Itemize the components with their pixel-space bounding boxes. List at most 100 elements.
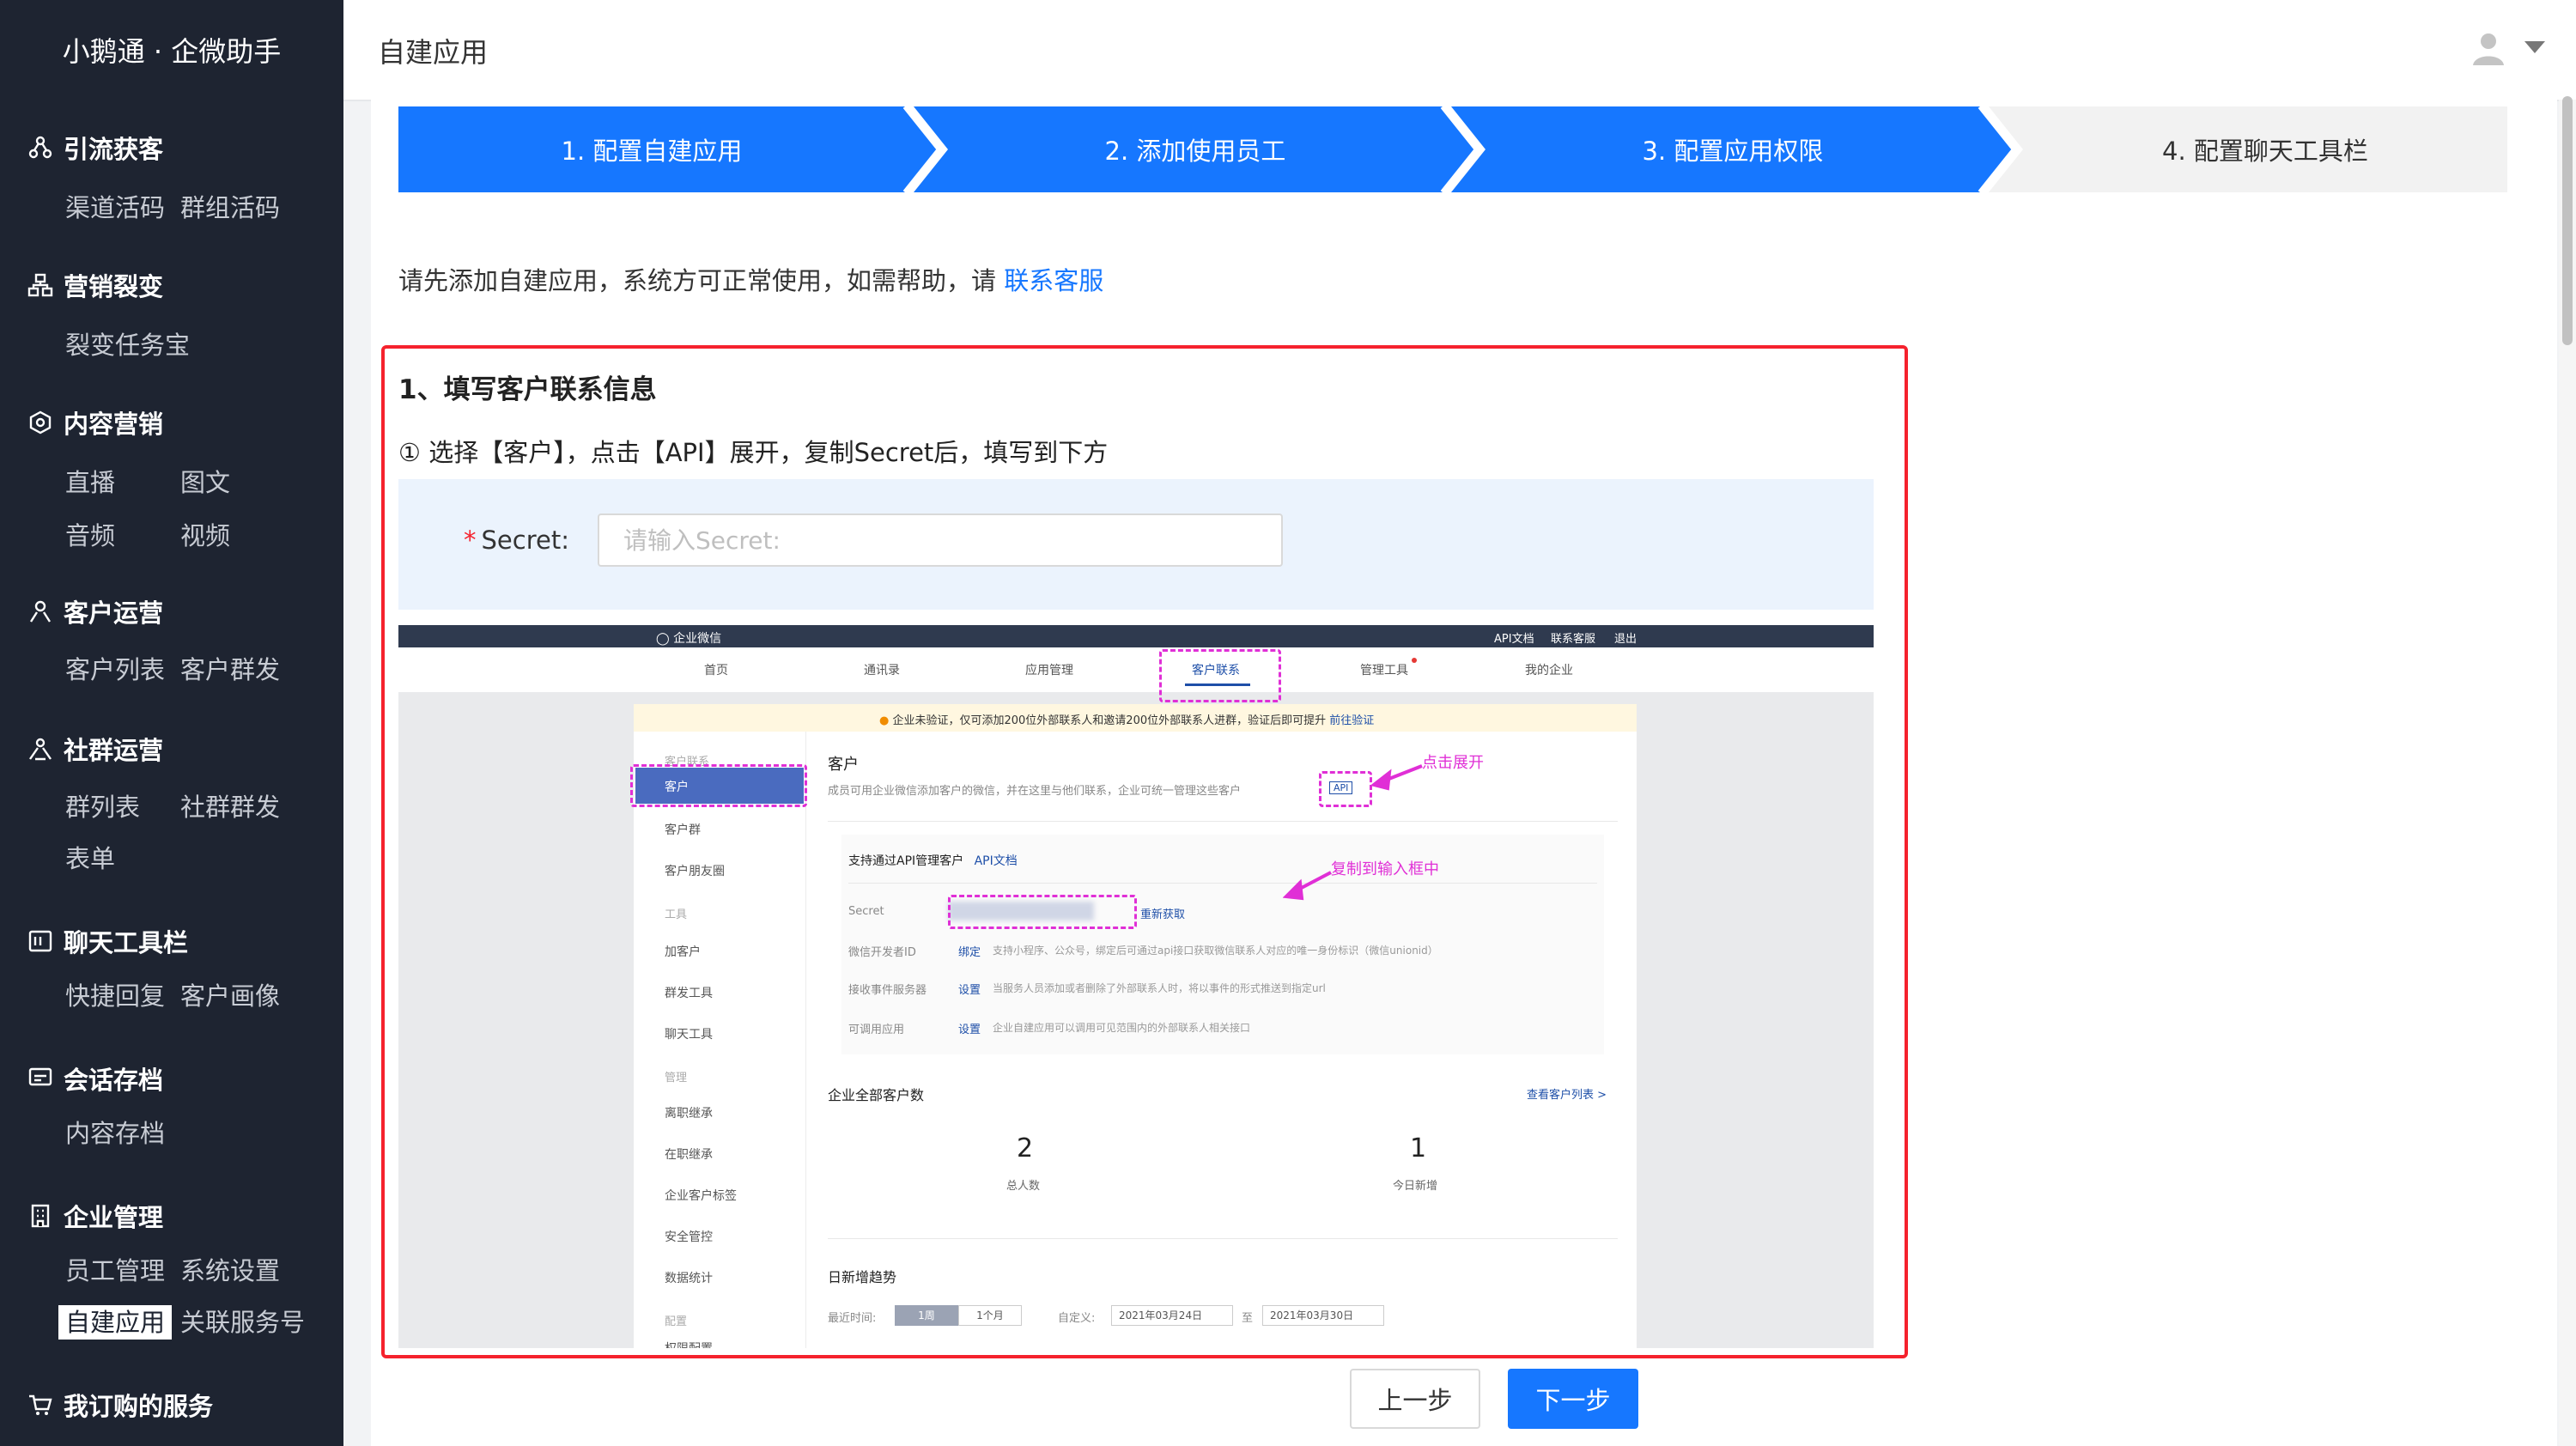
sidebar-item-4-2[interactable]: 表单 [65,841,115,876]
shot-row-apps-desc: 企业自建应用可以调用可见范围内的外部联系人相关接口 [993,1022,1251,1034]
page-title: 自建应用 [378,36,489,69]
panel-instruction: ① 选择【客户】，点击【API】展开，复制Secret后，填写到下方 [398,438,1109,467]
building-icon [31,1204,50,1228]
nav-group-4[interactable]: 社群运营 [27,732,163,766]
annotation-expand: 点击展开 [1422,754,1484,772]
shot-menu-3: 客户朋友圈 [665,865,725,878]
sidebar-item-2-0[interactable]: 直播 [65,465,115,500]
nav-group-2[interactable]: 内容营销 [27,405,163,440]
shot-date-sep: 至 [1242,1312,1254,1325]
annotation-arrow-icon [1370,764,1423,791]
shot-stat-total: 2 [1017,1133,1034,1163]
shot-trend-title: 日新增趋势 [828,1269,897,1285]
shot-menu-4: 工具 [665,908,688,921]
header: 自建应用 [343,0,2576,101]
next-step-button[interactable]: 下一步 [1508,1369,1638,1429]
sidebar-item-5-1[interactable]: 客户画像 [180,979,280,1013]
secret-label: * Secret: [464,526,569,555]
sidebar-item-0-0[interactable]: 渠道活码 [65,191,165,225]
hierarchy-icon [27,273,53,297]
shot-highlight-nav [1159,649,1281,702]
step-3[interactable]: 3. 配置应用权限 [1485,106,1980,192]
shot-row-apps: 可调用应用 [848,1024,905,1036]
nav-group-7[interactable]: 企业管理 [27,1199,163,1233]
shot-menu-5: 加客户 [665,945,701,959]
annotation-copy: 复制到输入框中 [1331,860,1439,878]
nav-group-5[interactable]: 聊天工具栏 [27,924,188,958]
sidebar-item-4-1[interactable]: 社群群发 [180,790,280,824]
shot-row-devid-action: 绑定 [958,946,981,959]
shot-nav [398,647,1874,692]
user-icon [29,600,52,623]
shot-menu-8: 管理 [665,1072,688,1084]
sidebar-item-7-2[interactable]: 自建应用 [58,1305,173,1340]
shot-highlight-secret [948,895,1137,929]
sidebar-item-7-3[interactable]: 关联服务号 [180,1305,305,1340]
scrollbar-thumb[interactable] [2562,96,2573,345]
sidebar-item-5-0[interactable]: 快捷回复 [65,979,165,1013]
shot-menu-15: 权限配置 [665,1340,713,1348]
step-2[interactable]: 2. 添加使用员工 [948,106,1443,192]
shot-highlight-api [1319,771,1372,807]
shot-nav-contacts: 通讯录 [864,664,900,677]
panel-title: 1、填写客户联系信息 [398,374,657,405]
shot-trend-label: 最近时间: [828,1312,877,1325]
sidebar-item-2-3[interactable]: 视频 [180,519,230,553]
shot-link-api: API文档 [1494,633,1534,646]
shot-row-apps-action: 设置 [958,1024,981,1036]
sidebar: 小鹅通 · 企微助手 引流获客渠道活码 群组活码营销裂变裂变任务宝内容营销直播 图文… [0,0,343,1446]
sidebar-item-3-0[interactable]: 客户列表 [65,653,165,687]
brand-title: 小鹅通 · 企微助手 [62,35,282,68]
nav-group-8[interactable]: 我订购的服务 [27,1388,213,1422]
sidebar-item-2-1[interactable]: 图文 [180,465,230,500]
shot-nav-home: 首页 [704,664,728,677]
shot-highlight-menu [630,764,807,807]
shot-stat-new: 1 [1410,1133,1427,1163]
sidebar-item-3-1[interactable]: 客户群发 [180,653,280,687]
shot-row-secret: Secret [848,905,884,918]
shot-trend-week: 1周 [895,1305,958,1326]
shot-stats-link: 查看客户列表 > [1527,1089,1607,1102]
sidebar-item-4-0[interactable]: 群列表 [65,790,140,824]
step-1[interactable]: 1. 配置自建应用 [398,106,905,192]
shot-logo-icon: ◯ [656,632,670,646]
user-avatar-icon[interactable] [2470,29,2507,67]
required-mark: * [464,526,477,555]
warning-icon: ● [879,714,890,727]
shot-menu-6: 群发工具 [665,987,713,1000]
step-4[interactable]: 4. 配置聊天工具栏 [2023,106,2507,192]
sidebar-item-0-1[interactable]: 群组活码 [180,191,280,225]
shot-nav-apps: 应用管理 [1025,664,1073,677]
nav-group-0[interactable]: 引流获客 [27,131,163,165]
contact-support-link[interactable]: 联系客服 [1004,266,1103,295]
sidebar-item-6-0[interactable]: 内容存档 [65,1116,165,1151]
sidebar-item-7-1[interactable]: 系统设置 [180,1254,280,1288]
shot-trend-month: 1个月 [958,1305,1022,1326]
shot-menu-11: 企业客户标签 [665,1189,737,1203]
shot-menu-10: 在职继承 [665,1148,713,1162]
nav-group-3[interactable]: 客户运营 [27,594,163,629]
sidebar-item-2-2[interactable]: 音频 [65,519,115,553]
shot-menu-12: 安全管控 [665,1230,713,1244]
shot-row-server: 接收事件服务器 [848,984,927,997]
shot-date-to: 2021年03月30日 [1262,1305,1384,1326]
group-icon [29,738,52,761]
chat-archive-icon [28,1067,52,1086]
previous-step-button[interactable]: 上一步 [1350,1369,1480,1429]
shot-link-support: 联系客服 [1551,633,1596,646]
shot-nav-tools: 管理工具 [1360,664,1408,677]
shot-api-title: 支持通过API管理客户 API文档 [848,854,1018,868]
shot-row-server-desc: 当服务人员添加或者删除了外部联系人时，将以事件的形式推送到指定url [993,982,1326,994]
secret-input[interactable] [598,513,1283,567]
shot-stat-new-label: 今日新增 [1393,1180,1438,1193]
shot-section-desc: 成员可用企业微信添加客户的微信，并在这里与他们联系，企业可统一管理这些客户 [828,785,1242,798]
nav-group-1[interactable]: 营销裂变 [27,268,163,302]
shot-stats-title: 企业全部客户数 [828,1087,925,1103]
sidebar-item-7-0[interactable]: 员工管理 [65,1254,165,1288]
shot-custom-label: 自定义: [1058,1312,1096,1325]
chevron-down-icon[interactable] [2524,41,2545,53]
tutorial-screenshot: ◯ 企业微信 API文档 联系客服 退出 首页 通讯录 应用管理 客户联系 管理… [398,625,1874,1348]
sidebar-item-1-0[interactable]: 裂变任务宝 [65,328,190,362]
settings-hex-icon [29,410,52,434]
nav-group-6[interactable]: 会话存档 [27,1061,163,1096]
